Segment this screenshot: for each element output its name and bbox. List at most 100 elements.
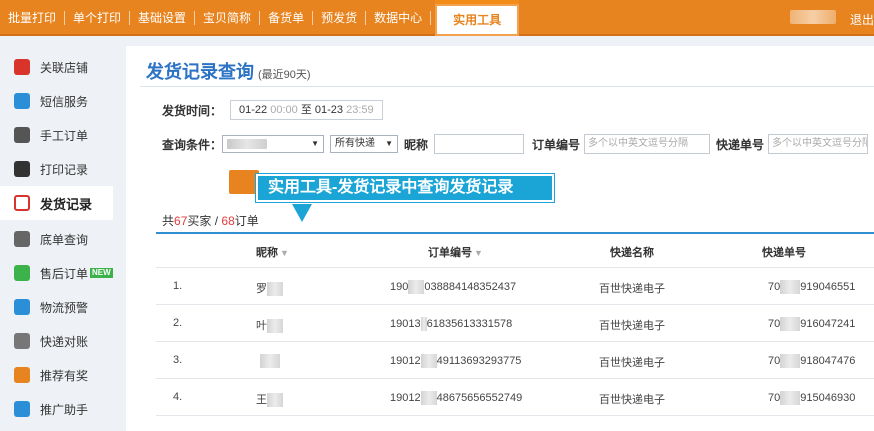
- order-no-label: 订单编号: [532, 137, 581, 152]
- sidebar-item-print-record[interactable]: 打印记录: [0, 152, 113, 186]
- username-masked: [790, 10, 836, 24]
- chevron-down-icon: ▼: [385, 139, 394, 148]
- tracking-no-cell: 70 918047476: [768, 354, 856, 368]
- tracking-no-cell: 70 919046551: [768, 280, 856, 294]
- page-title-text: 发货记录查询: [146, 62, 254, 82]
- result-summary: 共67买家 / 68订单: [162, 212, 259, 229]
- row-index: 1.: [173, 280, 183, 292]
- nav-tools-tab[interactable]: 实用工具: [435, 0, 520, 36]
- express-select[interactable]: 所有快递 ▼: [330, 135, 399, 153]
- order-no-cell: 190 038884148352437: [390, 280, 517, 294]
- sidebar-item-promotion[interactable]: 推广助手: [0, 392, 113, 426]
- shop-select-masked: [227, 139, 268, 149]
- col-express-name: 快递名称: [610, 247, 654, 259]
- nav-stock-list[interactable]: 备货单: [260, 11, 314, 25]
- query-filter-row: 查询条件： ▼ 所有快递 ▼ 昵称 订单编号 多个以中英文逗号分隔 快递单号 多…: [162, 134, 869, 154]
- tracking-no-label: 快递单号: [716, 137, 765, 152]
- logout-link[interactable]: 退出: [850, 11, 874, 28]
- express-name-cell: 百世快递电子: [599, 357, 665, 369]
- masked-text: [267, 319, 283, 334]
- nav-pre-ship[interactable]: 预发货: [313, 11, 367, 25]
- masked-text: [420, 354, 437, 368]
- callout-tail: [292, 204, 312, 222]
- order-unit: 订单: [234, 214, 259, 228]
- sidebar-item-bottom-query[interactable]: 底单查询: [0, 222, 113, 256]
- nickname-cell: 叶: [256, 317, 283, 334]
- query-label: 查询条件：: [162, 137, 223, 152]
- col-order-no[interactable]: 订单编号 ▼: [428, 244, 483, 260]
- tracking-no-input[interactable]: 多个以中英文逗号分隔: [768, 134, 869, 154]
- row-index: 3.: [173, 354, 183, 366]
- sort-icon: ▼: [280, 248, 289, 258]
- express-name-cell: 百世快递电子: [599, 283, 665, 295]
- express-select-value: 所有快递: [335, 138, 376, 149]
- table-row[interactable]: 1. 罗 190 038884148352437 百世快递电子 70 9190465…: [156, 268, 874, 305]
- nav-batch-print[interactable]: 批量打印: [0, 11, 66, 25]
- sidebar-item-label: 发货记录: [40, 196, 93, 212]
- date-range-input[interactable]: 01-22 00:00 至 01-23 23:59: [230, 100, 383, 120]
- page-title: 发货记录查询 (最近90天): [146, 58, 311, 84]
- express-name-cell: 百世快递电子: [599, 394, 665, 406]
- nav-item-abbr[interactable]: 宝贝简称: [195, 11, 261, 25]
- sidebar-item-label: 推广助手: [40, 402, 89, 417]
- tracking-no-cell: 70 916047241: [768, 317, 856, 331]
- sidebar-item-label: 快递对账: [40, 334, 89, 349]
- chart-icon: [14, 401, 30, 417]
- dice-icon: [14, 59, 30, 75]
- printer-icon: [14, 127, 30, 143]
- sidebar-item-label: 短信服务: [40, 94, 89, 109]
- logistics-icon: [14, 299, 30, 315]
- top-nav-bar: 批量打印 单个打印 基础设置 宝贝简称 备货单 预发货 数据中心 实用工具 退出: [0, 0, 874, 36]
- order-no-cell: 19012 49113693293775: [390, 354, 522, 368]
- sidebar-item-express-ledger[interactable]: 快递对账: [0, 324, 113, 358]
- masked-text: [780, 280, 801, 294]
- sidebar-item-after-sale[interactable]: 售后订单 NEW: [0, 256, 113, 290]
- buyer-unit: 买家 /: [187, 214, 222, 228]
- nav-data-center[interactable]: 数据中心: [366, 11, 432, 25]
- nav-basic-settings[interactable]: 基础设置: [130, 11, 196, 25]
- sidebar-item-label: 关联店铺: [40, 60, 89, 75]
- sort-icon: ▼: [474, 248, 483, 258]
- shop-select[interactable]: ▼: [222, 135, 325, 153]
- print-record-icon: [14, 161, 30, 177]
- shipping-records-table: 昵称 ▼ 订单编号 ▼ 快递名称 快递单号 1. 罗 190 038884148352…: [156, 232, 874, 417]
- sidebar-item-referral[interactable]: 推荐有奖: [0, 358, 113, 392]
- sidebar-item-sms[interactable]: 短信服务: [0, 84, 113, 118]
- sidebar: 关联店铺 短信服务 手工订单 打印记录 发货记录 底单查询 售后订单 NEW 物…: [0, 50, 113, 431]
- nav-single-print[interactable]: 单个打印: [65, 11, 131, 25]
- sidebar-item-label: 打印记录: [40, 162, 89, 177]
- sidebar-item-label: 推荐有奖: [40, 368, 89, 383]
- masked-text: [780, 354, 801, 368]
- query-button[interactable]: [229, 170, 259, 194]
- masked-text: [420, 391, 437, 405]
- col-tracking-no: 快递单号: [762, 247, 806, 259]
- table-row[interactable]: 4. 王 19012 48675656552749 百世快递电子 70 915046…: [156, 379, 874, 416]
- list-icon: [14, 231, 30, 247]
- time-label: 发货时间：: [162, 103, 223, 118]
- summary-prefix: 共: [162, 214, 175, 228]
- order-no-input[interactable]: 多个以中英文逗号分隔: [584, 134, 711, 154]
- col-nickname[interactable]: 昵称 ▼: [256, 244, 289, 260]
- masked-text: [267, 282, 283, 297]
- row-index: 2.: [173, 317, 183, 329]
- sidebar-item-label: 物流预警: [40, 300, 89, 315]
- table-row[interactable]: 2. 叶 19013 61835613331578 百世快递电子 70 916047…: [156, 305, 874, 342]
- masked-text: [780, 391, 801, 405]
- time-from: 00:00: [270, 104, 298, 116]
- sidebar-item-shipping-record[interactable]: 发货记录: [0, 186, 113, 220]
- sidebar-item-manual-order[interactable]: 手工订单: [0, 118, 113, 152]
- sidebar-item-label: 售后订单: [40, 266, 89, 281]
- nickname-input[interactable]: [434, 134, 525, 154]
- sidebar-item-linked-shops[interactable]: 关联店铺: [0, 50, 113, 84]
- order-count: 68: [221, 214, 235, 228]
- after-sale-icon: [14, 265, 30, 281]
- sidebar-item-logistics-warning[interactable]: 物流预警: [0, 290, 113, 324]
- gift-icon: [14, 367, 30, 383]
- chevron-down-icon: ▼: [311, 139, 320, 148]
- sidebar-item-label: 底单查询: [40, 232, 89, 247]
- buyer-count: 67: [174, 214, 188, 228]
- order-no-cell: 19012 48675656552749: [390, 391, 523, 405]
- nickname-cell: [260, 354, 280, 368]
- table-row[interactable]: 3. 19012 49113693293775 百世快递电子 70 91804747…: [156, 342, 874, 379]
- order-no-cell: 19013 61835613331578: [390, 317, 513, 331]
